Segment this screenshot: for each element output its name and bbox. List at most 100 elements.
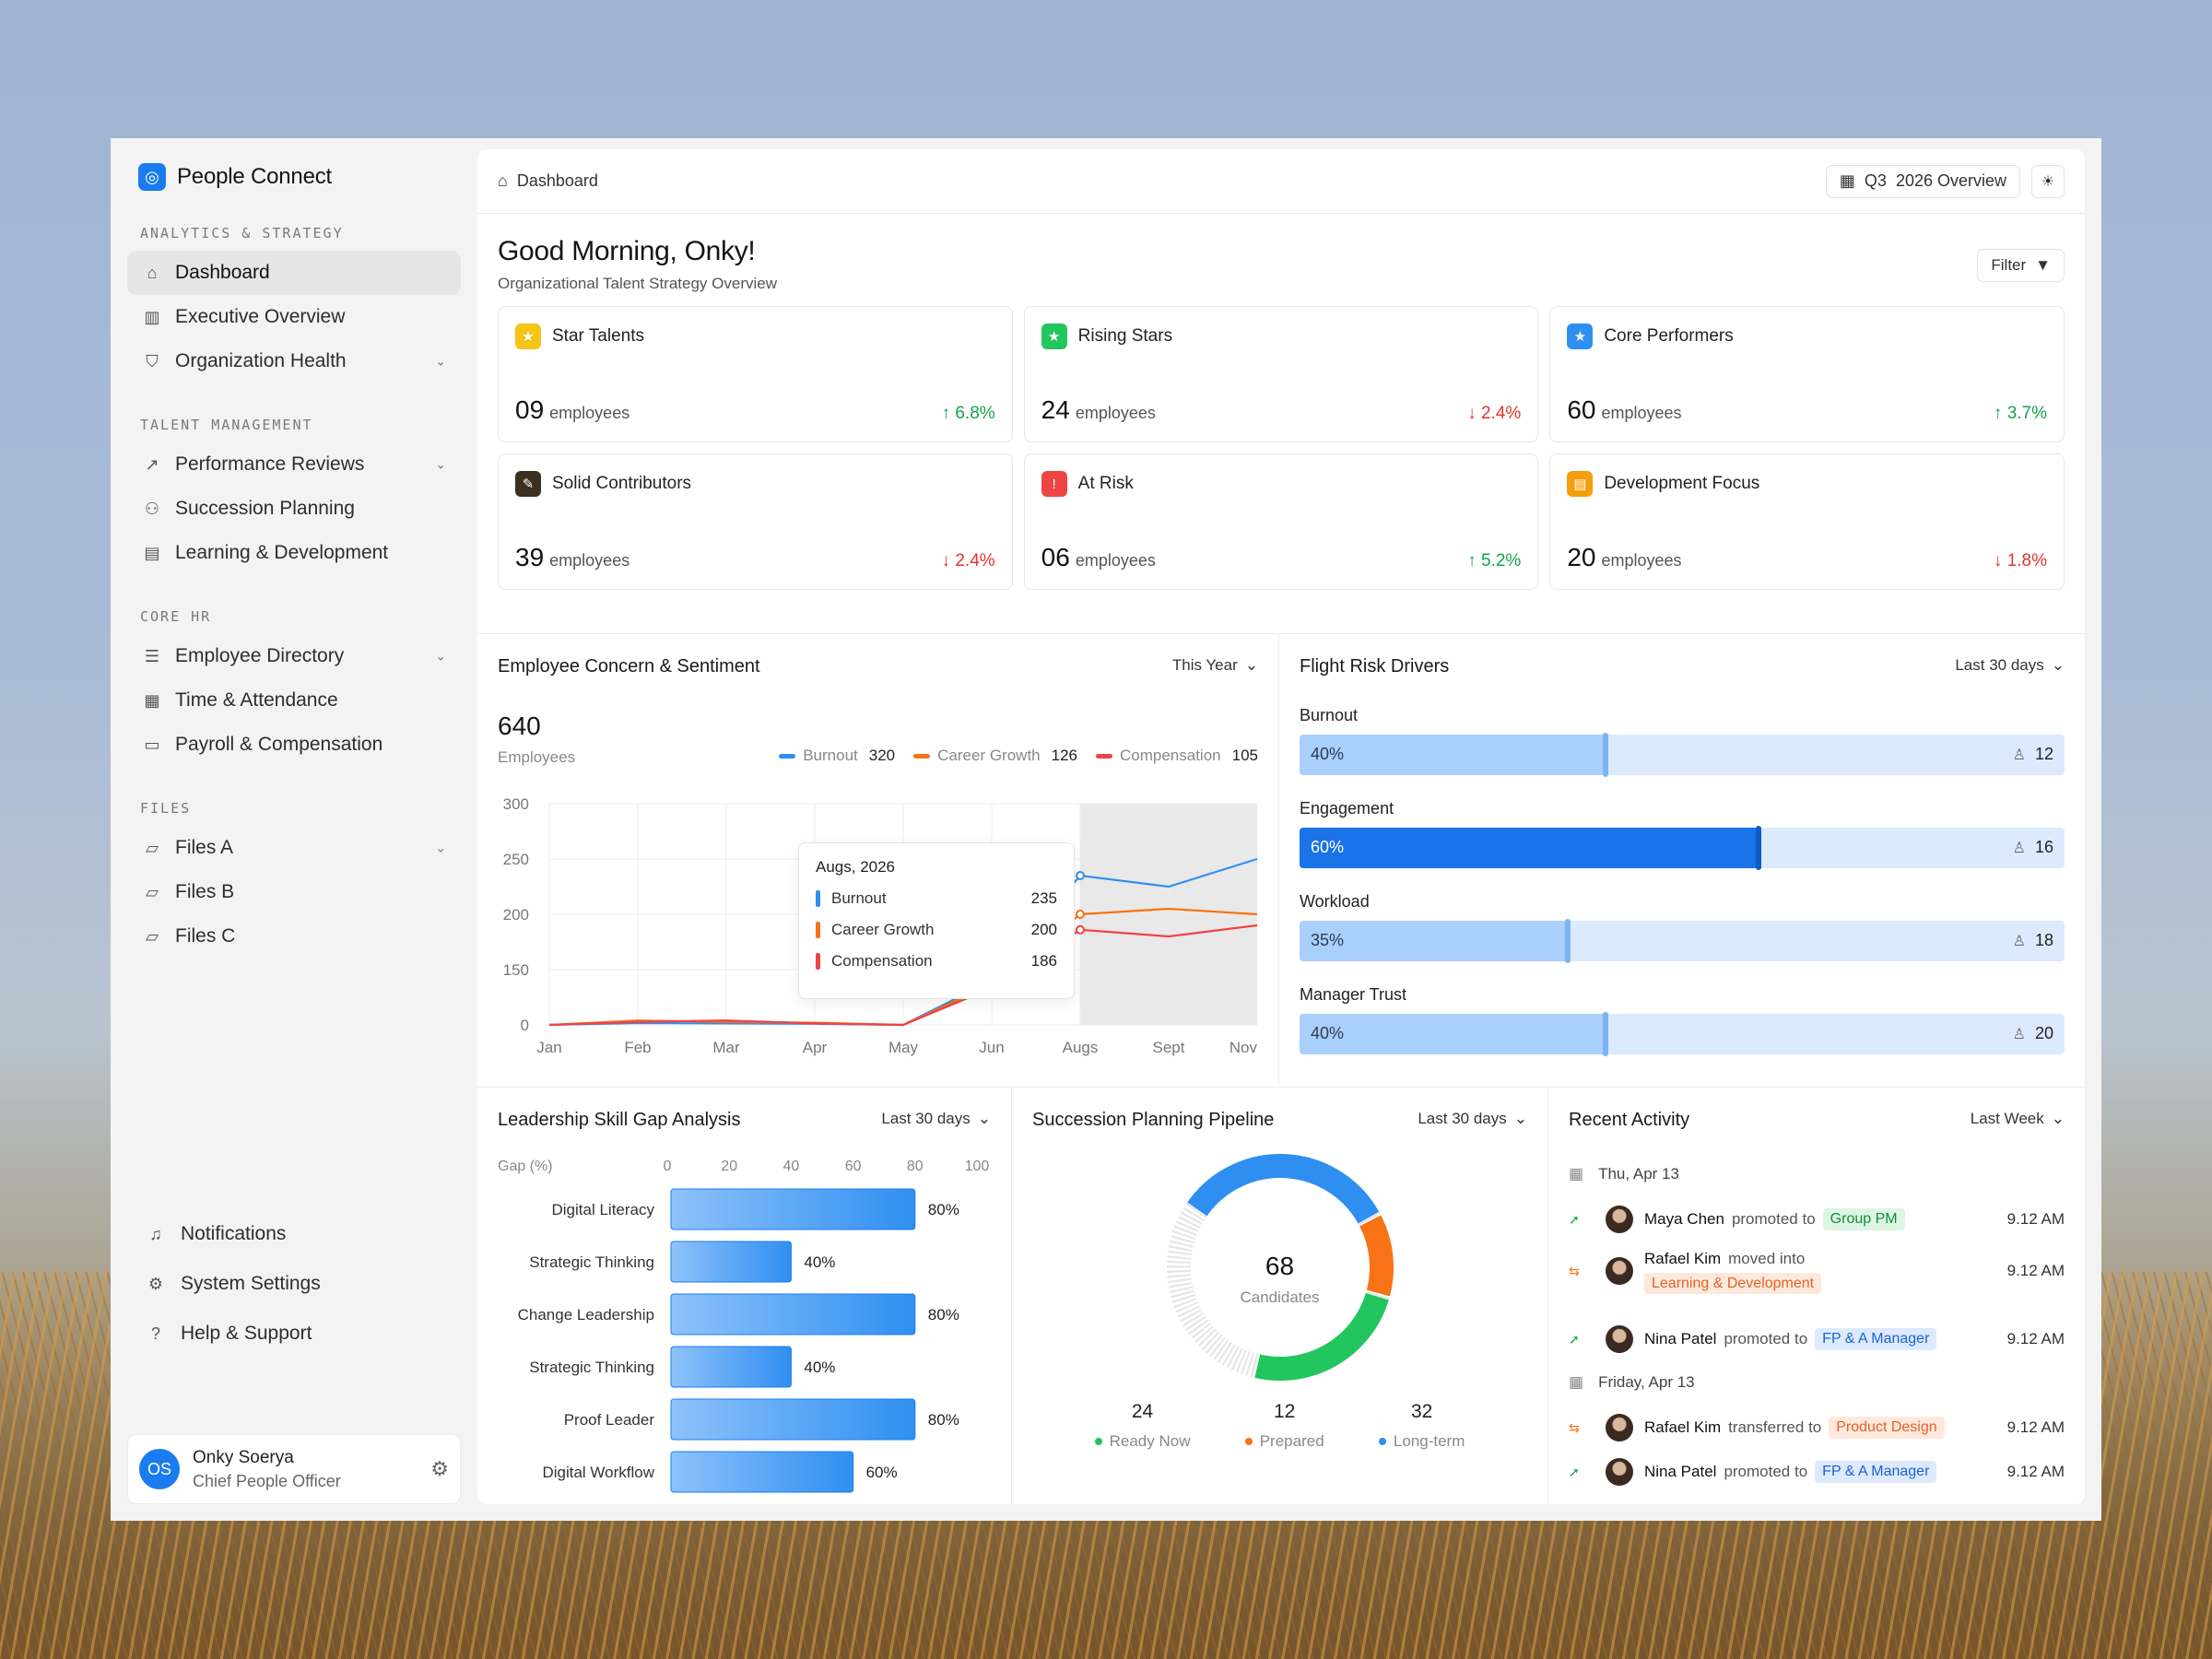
stat-value: 09 [515,395,545,424]
pipeline-legend-item: 32 Long-term [1378,1401,1465,1451]
sidebar-item-organization-health[interactable]: ⛉ Organization Health ⌄ [127,339,461,383]
period-selector-button[interactable]: ▦ Q3 2026 Overview [1825,164,2020,198]
sidebar-item-payroll-compensation[interactable]: ▭ Payroll & Compensation [127,723,461,767]
risk-count-value: 20 [2034,1024,2053,1042]
breadcrumb-label: Dashboard [516,171,598,190]
gap-bar[interactable] [670,1451,854,1493]
x-tick-label: Apr [803,1039,828,1056]
series-marker[interactable] [1076,910,1085,919]
person-icon: ♙ [2012,840,2026,856]
sidebar-item-time-attendance[interactable]: ▦ Time & Attendance [127,678,461,723]
activity-person[interactable]: Nina Patel [1644,1330,1716,1348]
chevron-down-icon[interactable]: ⌄ [435,457,446,473]
risk-bar-handle[interactable] [1603,733,1608,777]
sidebar-item-system-settings[interactable]: ⚙ System Settings [127,1259,461,1309]
stat-card[interactable]: ★ Core Performers 60 employees ↑ 3.7% [1549,306,2065,442]
skill-gap-range-dropdown[interactable]: Last 30 days ⌄ [881,1110,991,1128]
gap-bar[interactable] [670,1188,916,1230]
stat-card[interactable]: ▤ Development Focus 20 employees ↓ 1.8% [1549,453,2065,590]
y-tick-label: 200 [503,906,529,924]
stat-value: 20 [1567,543,1596,571]
tooltip-swatch [816,922,820,938]
sentiment-range-dropdown[interactable]: This Year ⌄ [1172,656,1258,675]
stat-card[interactable]: ✎ Solid Contributors 39 employees ↓ 2.4% [498,453,1013,590]
donut-segment-ready-now[interactable] [1254,1292,1389,1381]
flight-risk-title: Flight Risk Drivers [1300,656,1450,677]
sidebar-item-dashboard[interactable]: ⌂ Dashboard [127,251,461,295]
filter-funnel-icon: ▼ [2035,256,2051,274]
hero: Good Morning, Onky! Organizational Talen… [477,214,2085,306]
sidebar-item-executive-overview[interactable]: ▥ Executive Overview [127,295,461,339]
breadcrumb[interactable]: ⌂ Dashboard [498,171,598,191]
brand[interactable]: ◎ People Connect [127,159,461,192]
risk-bar[interactable]: 40% ♙ 20 [1300,1012,2065,1056]
risk-bar-handle[interactable] [1603,1012,1608,1056]
risk-bar[interactable]: 35% ♙ 18 [1300,919,2065,963]
theme-toggle-sun-icon[interactable]: ☀ [2031,164,2065,198]
user-card[interactable]: OS Onky Soerya Chief People Officer ⚙ [127,1434,461,1504]
activity-item[interactable]: ➚ Maya Chen promoted to Group PM 9.12 AM [1569,1206,2065,1233]
stat-card[interactable]: ★ Star Talents 09 employees ↑ 6.8% [498,306,1013,442]
sidebar: ◎ People Connect ANALYTICS & STRATEGY ⌂ Da… [111,138,477,1521]
tooltip-series-name: Burnout [831,889,887,907]
tooltip-series-name: Compensation [831,952,933,970]
user-settings-gear-icon[interactable]: ⚙ [430,1457,449,1481]
sidebar-item-files-c[interactable]: ▱ Files C [127,914,461,959]
transfer-icon: ⇆ [1569,1263,1580,1278]
sidebar-item-notifications[interactable]: ♫ Notifications [127,1209,461,1259]
sentiment-tooltip: Augs, 2026 Burnout 235 Career Growth 200 Com… [798,842,1075,999]
activity-person[interactable]: Nina Patel [1644,1463,1716,1481]
risk-bar-handle[interactable] [1564,919,1571,963]
stat-card[interactable]: ! At Risk 06 employees ↑ 5.2% [1023,453,1539,590]
activity-item[interactable]: ➚ Nina Patel promoted to FP & A Manager 9.12… [1569,1458,2065,1486]
activity-item[interactable]: ⇆ Rafael Kim moved into Learning & Developm… [1569,1250,2065,1294]
activity-person[interactable]: Maya Chen [1644,1210,1724,1229]
activity-person[interactable]: Rafael Kim [1644,1418,1721,1437]
sidebar-item-files-a[interactable]: ▱ Files A ⌄ [127,826,461,870]
gap-bar-value: 40% [804,1253,835,1271]
activity-item[interactable]: ➚ Nina Patel promoted to FP & A Manager 9.12… [1569,1325,2065,1353]
y-tick-label: 250 [503,851,529,868]
gap-bar[interactable] [670,1293,916,1335]
filter-button[interactable]: Filter ▼ [1977,249,2065,282]
sidebar-item-label: Performance Reviews [175,453,365,475]
donut-segment-long-term[interactable] [1187,1154,1380,1224]
chevron-down-icon: ⌄ [2051,656,2065,674]
sidebar-item-employee-directory[interactable]: ☰ Employee Directory ⌄ [127,634,461,678]
sidebar-item-help-support[interactable]: ? Help & Support [127,1309,461,1359]
activity-item[interactable]: ⇆ Rafael Kim transferred to Product Design 9… [1569,1414,2065,1441]
sidebar-item-performance-reviews[interactable]: ↗ Performance Reviews ⌄ [127,442,461,487]
chevron-down-icon[interactable]: ⌄ [435,841,446,856]
brand-logo-icon: ◎ [138,163,166,191]
risk-bar[interactable]: 60% ♙ 16 [1300,826,2065,870]
gap-bar-label: Change Leadership [518,1306,654,1324]
skill-gap-bar-chart: Gap (%) 0 20 40 60 80 100 Digital Literacy 80% St… [498,1159,989,1493]
stat-card[interactable]: ★ Rising Stars 24 employees ↓ 2.4% [1023,306,1539,442]
activity-person[interactable]: Rafael Kim [1644,1250,1721,1268]
sidebar-item-learning-development[interactable]: ▤ Learning & Development [127,531,461,575]
pipeline-center-value: 68 [1265,1252,1295,1280]
home-icon: ⌂ [147,263,158,282]
flight-risk-range-label: Last 30 days [1955,656,2044,674]
sidebar-item-succession-planning[interactable]: ⚇ Succession Planning [127,487,461,531]
sidebar-item-files-b[interactable]: ▱ Files B [127,870,461,914]
app-window: ◎ People Connect ANALYTICS & STRATEGY ⌂ Da… [111,138,2101,1521]
activity-tag: FP & A Manager [1815,1461,1937,1483]
gap-bar[interactable] [670,1398,916,1441]
series-marker[interactable] [1076,871,1085,880]
series-marker[interactable] [1076,924,1085,935]
gap-bar[interactable] [670,1241,792,1283]
chevron-down-icon[interactable]: ⌄ [435,649,446,665]
risk-bar[interactable]: 40% ♙ 12 [1300,733,2065,777]
risk-bar-handle[interactable] [1756,826,1761,870]
gap-bar[interactable] [670,1346,792,1388]
flight-risk-range-dropdown[interactable]: Last 30 days ⌄ [1955,656,2065,675]
avatar [1606,1206,1633,1233]
tooltip-series-value: 235 [1030,889,1057,907]
stat-value: 60 [1567,395,1596,424]
nav-section-title: ANALYTICS & STRATEGY [140,225,344,241]
folder-icon: ▱ [146,882,159,901]
activity-range-dropdown[interactable]: Last Week ⌄ [1971,1110,2065,1128]
chevron-down-icon[interactable]: ⌄ [435,354,446,370]
pipeline-range-dropdown[interactable]: Last 30 days ⌄ [1418,1110,1527,1128]
